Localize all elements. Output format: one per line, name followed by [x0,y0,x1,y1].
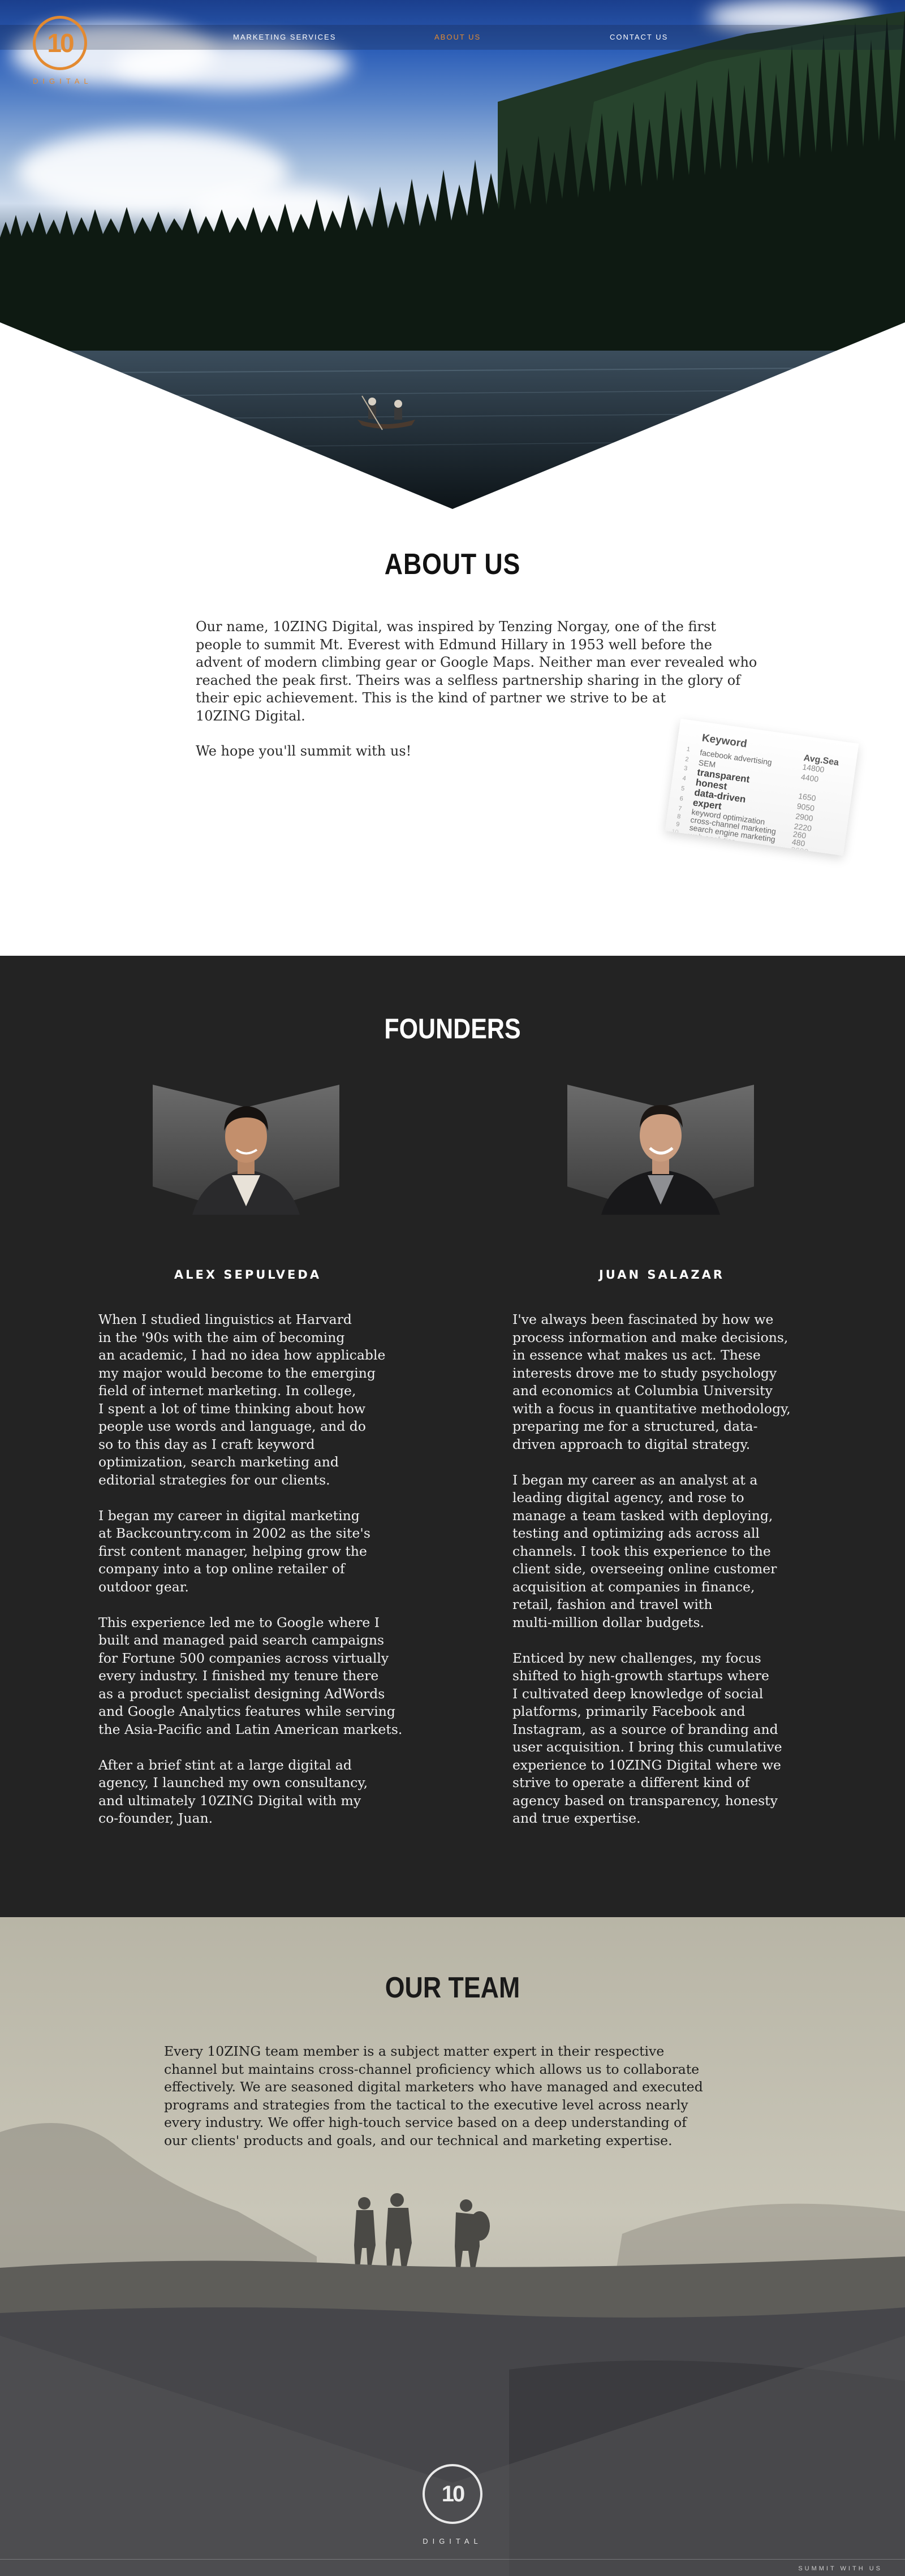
team-text: Every 10ZING team member is a subject ma… [164,2043,703,2148]
founder-portrait-juan [567,1085,754,1215]
founders-title: FOUNDERS [384,1013,521,1045]
nav-about-us[interactable]: ABOUT US [434,33,481,41]
bio-paragraph: I began my career as an analyst at a lead… [512,1472,777,1630]
founder-name: JUAN SALAZAR [598,1268,725,1281]
about-line: their epic achievement. This is the kind… [196,690,666,706]
keyword-sheet-image: Keyword Avg.Sea 1 facebook advertising 148… [665,718,859,856]
about-line: Our name, 10ZING Digital, was inspired b… [196,619,716,635]
nav-marketing-services[interactable]: MARKETING SERVICES [233,33,336,41]
founder-bio-alex: When I studied linguistics at Harvard in … [98,1311,426,1845]
team-title: OUR TEAM [385,1971,520,2004]
logo-circle-icon: 10 [33,16,87,70]
bio-paragraph: Enticed by new challenges, my focus shift… [512,1650,782,1827]
logo-wordmark: DIGITAL [33,77,93,85]
site-logo[interactable]: 10 DIGITAL [23,6,107,85]
bio-paragraph: When I studied linguistics at Harvard in … [98,1311,386,1488]
footer-logo-wordmark: DIGITAL [423,2537,482,2545]
bio-paragraph: I've always been fascinated by how we pro… [512,1311,791,1452]
bio-paragraph: This experience led me to Google where I… [98,1614,403,1737]
team-section: OUR TEAM Every 10ZING team member is a s… [0,1917,905,2576]
top-navigation: MARKETING SERVICES ABOUT US CONTACT US [0,25,905,50]
bio-paragraph: I began my career in digital marketing at… [98,1507,370,1595]
footer-logo-icon[interactable]: 10 [423,2464,482,2524]
about-title: ABOUT US [384,548,521,581]
about-line: 10ZING Digital. [196,707,305,724]
footer-tagline: SUMMIT WITH US [798,2565,882,2572]
about-paragraph: Our name, 10ZING Digital, was inspired b… [196,618,784,725]
about-line: reached the peak first. Theirs was a sel… [196,672,741,688]
keyword-header: Keyword [701,732,748,750]
founder-portrait-alex [153,1085,339,1215]
lake-forest-illustration [0,11,905,509]
bio-paragraph: After a brief stint at a large digital a… [98,1757,368,1827]
about-line: advent of modern climbing gear or Google… [196,654,757,670]
footer-logo-number: 10 [441,2481,465,2506]
founders-section: FOUNDERS ALEX SEPULVEDA JUAN SALAZAR Whe… [0,956,905,1917]
founder-name: ALEX SEPULVEDA [174,1268,322,1281]
logo-number: 10 [47,28,74,58]
founder-bio-juan: I've always been fascinated by how we pro… [512,1311,841,1845]
about-line: people to summit Mt. Everest with Edmund… [196,636,712,653]
nav-contact-us[interactable]: CONTACT US [610,33,668,41]
footer-bar: SUMMIT WITH US [0,2559,905,2576]
hero-banner: MARKETING SERVICES ABOUT US CONTACT US 1… [0,0,905,509]
